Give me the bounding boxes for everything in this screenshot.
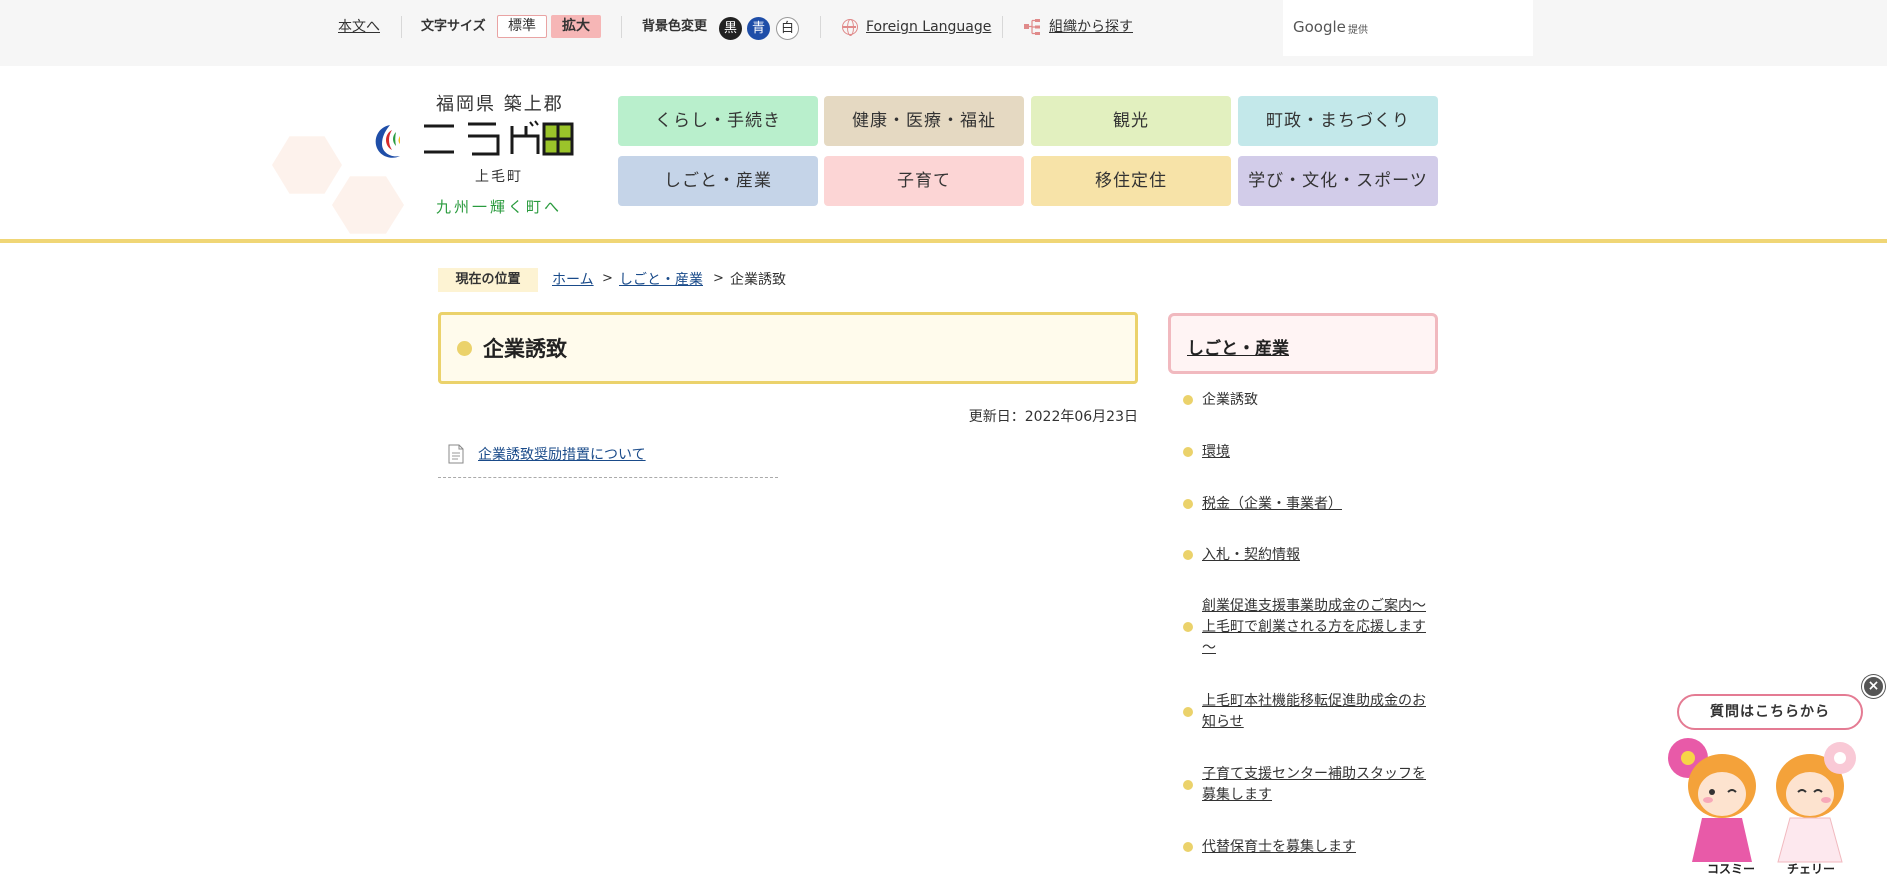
- side-nav-item-link[interactable]: 代替保育士を募集します: [1202, 837, 1427, 858]
- chat-mascot-characters[interactable]: [1660, 728, 1880, 876]
- chevron-right-icon: >: [713, 271, 724, 286]
- gnav-health[interactable]: 健康・医療・福祉: [824, 96, 1024, 146]
- side-nav-item-link[interactable]: 子育て支援センター補助スタッフを募集します: [1202, 764, 1427, 806]
- divider: [401, 16, 402, 38]
- updated-date: 更新日：2022年06月23日: [968, 409, 1138, 425]
- side-nav-heading-link[interactable]: しごと・産業: [1187, 334, 1289, 359]
- bullet-icon: [1183, 395, 1193, 405]
- document-icon: [448, 444, 464, 464]
- chat-char-right-name: チェリー: [1787, 862, 1836, 876]
- gnav-childcare[interactable]: 子育て: [824, 156, 1024, 206]
- org-chart-icon: [1024, 19, 1040, 35]
- side-nav-item-link[interactable]: 上毛町本社機能移転促進助成金のお知らせ: [1202, 691, 1427, 733]
- bullet-icon: [1183, 780, 1193, 790]
- divider: [820, 16, 821, 38]
- breadcrumb-label: 現在の位置: [438, 268, 538, 292]
- org-search-link[interactable]: 組織から探す: [1049, 18, 1133, 36]
- logo-prefecture: 福岡県 築上郡: [436, 94, 564, 115]
- font-size-standard-button[interactable]: 標準: [497, 15, 547, 38]
- bg-white-button[interactable]: 白: [776, 17, 799, 40]
- bullet-icon: [1183, 499, 1193, 509]
- gnav-tourism[interactable]: 観光: [1031, 96, 1231, 146]
- font-size-large-button[interactable]: 拡大: [551, 15, 601, 38]
- bullet-icon: [1183, 842, 1193, 852]
- foreign-language-link[interactable]: Foreign Language: [866, 18, 991, 36]
- breadcrumb-parent-link[interactable]: しごと・産業: [619, 271, 703, 289]
- gnav-migration[interactable]: 移住定住: [1031, 156, 1231, 206]
- logo-town-name: 上毛町: [475, 169, 523, 185]
- side-nav-item-label: 企業誘致: [1202, 392, 1258, 408]
- page-title: 企業誘致: [483, 337, 567, 361]
- side-nav-item-link[interactable]: 税金（企業・事業者）: [1202, 494, 1427, 515]
- bullet-icon: [1183, 622, 1193, 632]
- divider: [1002, 16, 1003, 38]
- bullet-icon: [1183, 707, 1193, 717]
- bullet-icon: [1183, 447, 1193, 457]
- document-list-item: 企業誘致奨励措置について: [438, 438, 778, 478]
- side-nav-item-link[interactable]: 創業促進支援事業助成金のご案内～上毛町で創業される方を応援します～: [1202, 596, 1427, 659]
- chat-char-left-name: コスミー: [1707, 862, 1756, 876]
- bg-color-label: 背景色変更: [642, 19, 708, 34]
- google-logo: Google: [1293, 18, 1346, 36]
- bullet-icon: [457, 341, 472, 356]
- side-nav-item-link[interactable]: 入札・契約情報: [1202, 545, 1427, 566]
- gnav-learning-culture[interactable]: 学び・文化・スポーツ: [1238, 156, 1438, 206]
- chat-close-button[interactable]: ×: [1862, 675, 1885, 698]
- gnav-work-industry[interactable]: しごと・産業: [618, 156, 818, 206]
- side-nav-heading-box: しごと・産業: [1168, 313, 1438, 374]
- skip-to-content-link[interactable]: 本文へ: [338, 18, 380, 36]
- side-nav-item-link[interactable]: 環境: [1202, 442, 1427, 463]
- divider: [621, 16, 622, 38]
- google-provided-label: 提供: [1348, 25, 1368, 36]
- header-divider: [0, 239, 1887, 243]
- gnav-town-admin[interactable]: 町政・まちづくり: [1238, 96, 1438, 146]
- chevron-right-icon: >: [602, 271, 613, 286]
- font-size-label: 文字サイズ: [421, 19, 486, 34]
- logo-catchphrase: 九州一輝く町へ: [436, 198, 563, 216]
- document-link[interactable]: 企業誘致奨励措置について: [478, 444, 646, 464]
- chat-question-bubble[interactable]: 質問はこちらから: [1677, 694, 1863, 730]
- page-title-box: 企業誘致: [438, 312, 1138, 384]
- globe-icon: [842, 19, 858, 36]
- breadcrumb-current: 企業誘致: [730, 272, 786, 288]
- bullet-icon: [1183, 550, 1193, 560]
- bg-blue-button[interactable]: 青: [747, 17, 770, 40]
- breadcrumb-home-link[interactable]: ホーム: [552, 271, 594, 289]
- town-emblem-icon[interactable]: [370, 122, 410, 162]
- utility-bar: 本文へ 文字サイズ 標準 拡大 背景色変更 黒 青 白 Foreign Lang…: [0, 0, 1887, 66]
- bg-black-button[interactable]: 黒: [719, 17, 742, 40]
- site-search-box[interactable]: Google 提供: [1283, 0, 1533, 56]
- gnav-living[interactable]: くらし・手続き: [618, 96, 818, 146]
- town-logo-wordmark[interactable]: [420, 118, 575, 160]
